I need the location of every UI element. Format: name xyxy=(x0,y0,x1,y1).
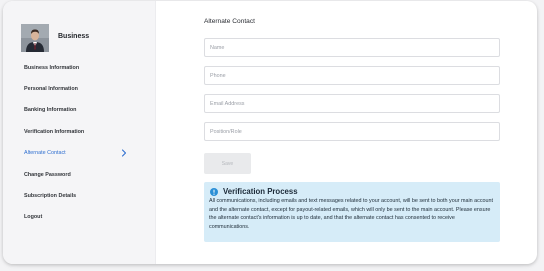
sidebar-nav: Business Information Personal Informatio… xyxy=(3,57,155,228)
avatar xyxy=(21,24,49,52)
sidebar-item-label: Logout xyxy=(24,214,43,221)
sidebar-item-subscription-details[interactable]: Subscription Details xyxy=(3,185,155,206)
sidebar-item-label: Personal Information xyxy=(24,86,78,93)
sidebar: Business Business Information Personal I… xyxy=(3,1,156,264)
business-name: Business xyxy=(58,33,90,40)
info-text: All communications, including emails and… xyxy=(209,198,494,230)
sidebar-item-verification-information[interactable]: Verification Information xyxy=(3,121,155,142)
main-content: Alternate Contact Save Verification Proc… xyxy=(155,1,537,264)
sidebar-item-label: Verification Information xyxy=(24,128,85,135)
sidebar-item-label: Subscription Details xyxy=(24,193,77,200)
sidebar-item-label: Business Information xyxy=(24,64,80,71)
verification-info-box: Verification Process All communications,… xyxy=(204,182,500,242)
sidebar-item-label: Banking Information xyxy=(24,107,77,114)
settings-card: Business Business Information Personal I… xyxy=(3,1,537,264)
email-field[interactable] xyxy=(204,94,500,113)
phone-field[interactable] xyxy=(204,66,500,85)
sidebar-item-alternate-contact[interactable]: Alternate Contact xyxy=(3,143,155,164)
info-header: Verification Process xyxy=(209,187,495,196)
page-title: Alternate Contact xyxy=(204,18,255,25)
sidebar-item-business-information[interactable]: Business Information xyxy=(3,57,155,78)
info-circle-icon xyxy=(210,187,218,196)
name-field[interactable] xyxy=(204,38,500,57)
sidebar-item-logout[interactable]: Logout xyxy=(3,207,155,228)
sidebar-item-change-password[interactable]: Change Password xyxy=(3,164,155,185)
profile-header: Business xyxy=(21,24,89,52)
sidebar-item-personal-information[interactable]: Personal Information xyxy=(3,78,155,99)
save-button[interactable]: Save xyxy=(204,153,251,174)
chevron-right-icon xyxy=(121,149,127,157)
sidebar-item-label: Alternate Contact xyxy=(24,150,66,157)
position-role-field[interactable] xyxy=(204,122,500,141)
sidebar-item-banking-information[interactable]: Banking Information xyxy=(3,100,155,121)
info-title: Verification Process xyxy=(223,187,298,196)
sidebar-item-label: Change Password xyxy=(24,171,71,178)
